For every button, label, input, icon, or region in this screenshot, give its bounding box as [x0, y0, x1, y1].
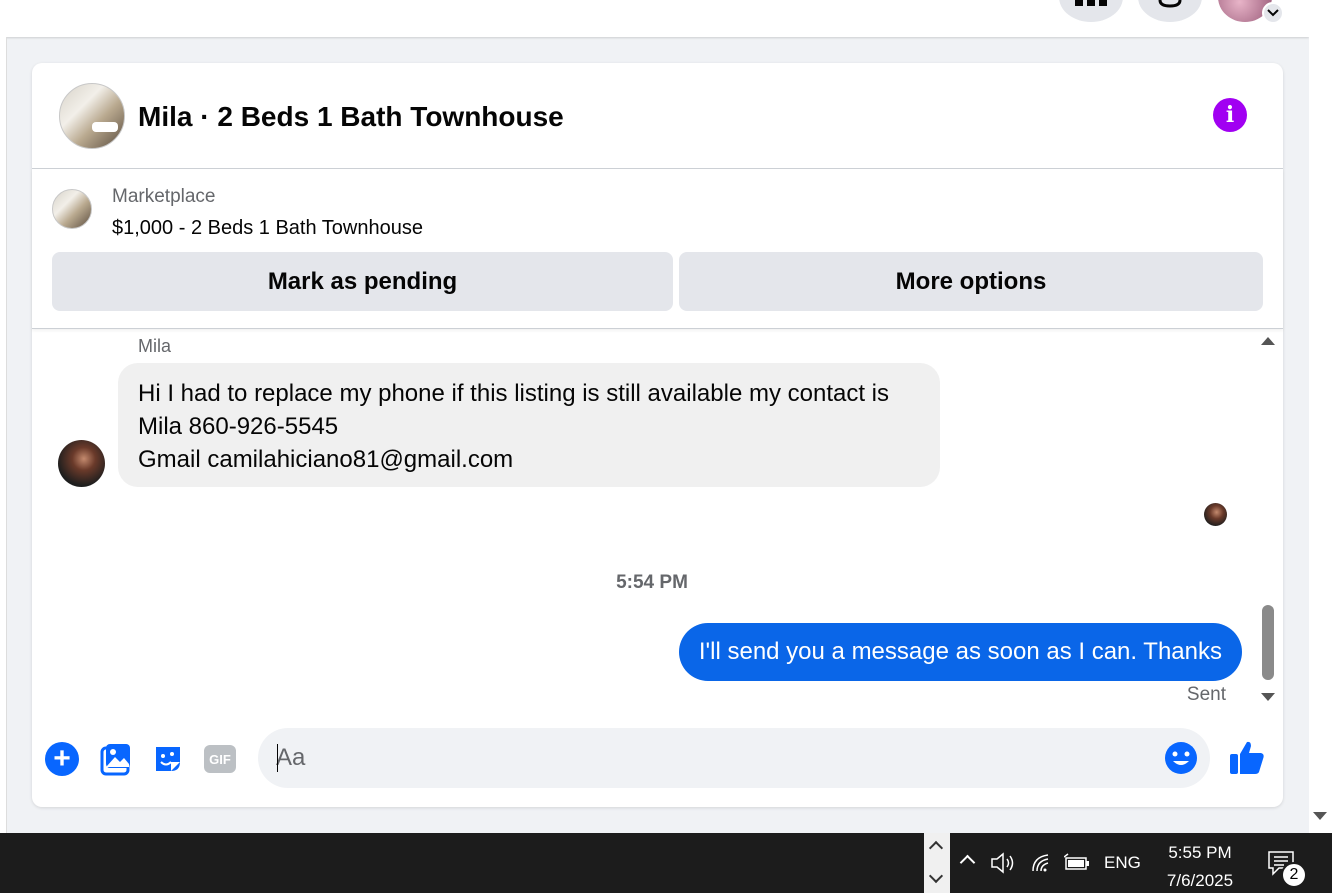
sent-status: Sent [1186, 684, 1226, 705]
outgoing-message[interactable]: I'll send you a message as soon as I can… [678, 623, 1242, 681]
emoji-icon[interactable] [1164, 741, 1198, 775]
sticker-icon[interactable] [151, 742, 185, 776]
message-line: Gmail camilahiciano81@gmail.com [138, 446, 514, 473]
language-indicator[interactable]: ENG [1104, 833, 1141, 893]
chevron-up-icon[interactable] [928, 840, 944, 856]
message-line: Mila 860-926-5545 [138, 413, 339, 440]
gif-icon[interactable]: GIF [204, 745, 236, 773]
scroll-down-arrow-icon[interactable] [1261, 693, 1275, 701]
info-icon[interactable]: i [1213, 98, 1247, 132]
scrollbar-thumb[interactable] [1262, 605, 1274, 680]
gaming-nav-icon[interactable] [538, 0, 578, 8]
chat-header: Mila · 2 Beds 1 Bath Townhouse i [32, 63, 1283, 169]
page-scrollbar[interactable] [1309, 0, 1332, 833]
clock-date: 7/6/2025 [1166, 871, 1234, 890]
message-composer: + GIF [32, 727, 1283, 791]
message-line: Hi I had to replace my phone if this lis… [138, 380, 889, 407]
chevron-down-icon[interactable] [1262, 2, 1284, 24]
network-icon[interactable] [1030, 851, 1054, 875]
thumbs-up-icon[interactable] [1228, 739, 1266, 777]
scroll-up-arrow-icon[interactable] [1261, 337, 1275, 345]
taskbar-scroller[interactable] [924, 833, 950, 893]
listing-avatar[interactable] [59, 83, 125, 149]
message-input[interactable] [276, 728, 1136, 788]
read-receipt-avatar [1204, 503, 1227, 526]
notifications-button[interactable] [1138, 0, 1202, 22]
message-scrollbar[interactable] [1260, 329, 1280, 707]
chevron-down-icon[interactable] [928, 868, 944, 884]
battery-icon[interactable] [1064, 853, 1090, 873]
plus-icon[interactable]: + [45, 742, 79, 776]
sender-name: Mila [138, 336, 172, 356]
notification-count-badge: 2 [1281, 862, 1307, 888]
more-options-button[interactable]: More options [679, 252, 1263, 311]
listing-title[interactable]: $1,000 - 2 Beds 1 Bath Townhouse [112, 217, 423, 240]
groups-nav-icon[interactable] [340, 0, 380, 8]
left-page-edge [0, 37, 7, 833]
listing-panel: Marketplace $1,000 - 2 Beds 1 Bath Townh… [32, 169, 1283, 329]
text-cursor [277, 744, 278, 772]
message-list: Mila Hi I had to replace my phone if thi… [32, 329, 1260, 707]
bell-icon [1158, 0, 1182, 8]
incoming-message[interactable]: Hi I had to replace my phone if this lis… [118, 363, 940, 487]
listing-thumbnail[interactable] [52, 189, 92, 229]
scroll-down-arrow-icon[interactable] [1313, 812, 1327, 820]
clock-time: 5:55 PM [1168, 843, 1232, 862]
system-clock[interactable]: 5:55 PM 7/6/2025 [1150, 839, 1250, 893]
listing-source: Marketplace [112, 186, 216, 207]
menu-grid-icon [1075, 0, 1107, 6]
conversation-title[interactable]: Mila · 2 Beds 1 Bath Townhouse [138, 101, 564, 133]
marketplace-nav-icon[interactable] [145, 0, 185, 8]
windows-taskbar: ENG 5:55 PM 7/6/2025 [0, 833, 1332, 893]
message-timestamp: 5:54 PM [616, 572, 688, 593]
menu-button[interactable] [1059, 0, 1123, 22]
photo-icon[interactable] [98, 742, 132, 776]
volume-icon[interactable] [990, 850, 1018, 876]
top-nav-bar [0, 0, 1309, 37]
message-input-container[interactable] [258, 728, 1210, 788]
sender-avatar[interactable] [58, 440, 105, 487]
chat-window: Mila · 2 Beds 1 Bath Townhouse i Marketp… [32, 63, 1283, 807]
show-hidden-icons-icon[interactable] [959, 854, 976, 871]
mark-as-pending-button[interactable]: Mark as pending [52, 252, 673, 311]
